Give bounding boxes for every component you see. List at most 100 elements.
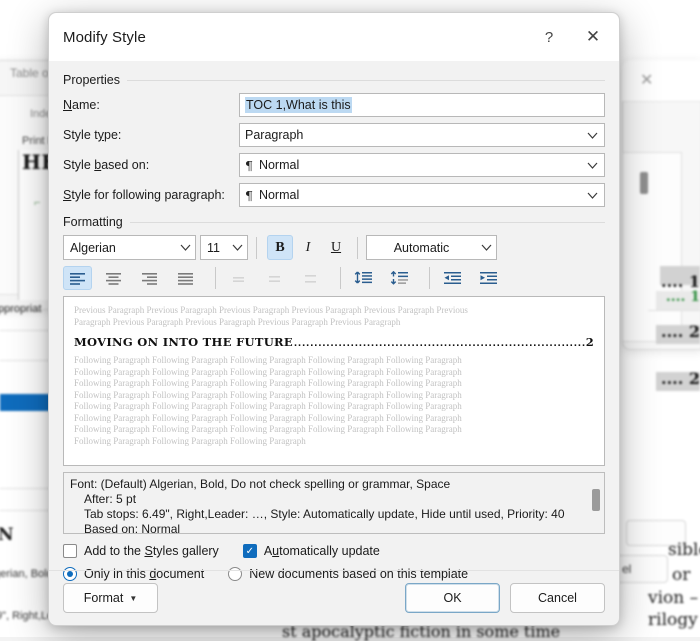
- dialog-title: Modify Style: [63, 28, 146, 46]
- style-based-on-row: Style based on: ¶ Normal: [63, 153, 605, 177]
- preview-following-line: Following Paragraph Following Paragraph …: [74, 412, 462, 423]
- background-right-listbox: [622, 152, 682, 342]
- style-preview-pane: Previous Paragraph Previous Paragraph Pr…: [63, 296, 605, 466]
- decrease-spacing-button[interactable]: [349, 266, 378, 290]
- align-right-button[interactable]: [135, 266, 164, 290]
- scrollbar-thumb: [640, 172, 648, 194]
- dialog-titlebar: Modify Style ? ✕: [49, 13, 619, 61]
- preview-following-line: Following Paragraph Following Paragraph …: [74, 435, 306, 446]
- background-cancel-fragment: el: [622, 562, 632, 576]
- chevron-down-icon[interactable]: [582, 184, 602, 206]
- pilcrow-icon: ¶: [245, 157, 253, 173]
- background-toc-entry: .... 2: [661, 369, 700, 388]
- chevron-down-icon[interactable]: [582, 124, 602, 146]
- style-type-row: Style type: Paragraph: [63, 123, 605, 147]
- automatically-update-checkbox[interactable]: ✓: [242, 544, 257, 558]
- decrease-indent-button[interactable]: [438, 266, 467, 290]
- italic-button[interactable]: I: [295, 235, 321, 260]
- help-button[interactable]: ?: [527, 18, 571, 56]
- format-button[interactable]: Format ▼: [63, 583, 158, 613]
- chevron-down-icon[interactable]: [175, 237, 195, 259]
- style-type-label: Style type:: [63, 128, 122, 142]
- style-description-box[interactable]: Font: (Default) Algerian, Bold, Do not c…: [63, 472, 605, 534]
- style-following-row: Style for following paragraph: ¶ Normal: [63, 183, 605, 207]
- pilcrow-icon: ¶: [245, 187, 253, 203]
- increase-spacing-button[interactable]: [385, 266, 414, 290]
- group-divider: [126, 79, 605, 81]
- chevron-down-icon[interactable]: [227, 237, 247, 259]
- description-line: Based on: Normal: [84, 522, 181, 534]
- toolbar-separator: [256, 236, 257, 259]
- description-line: After: 5 pt: [84, 492, 137, 506]
- add-to-gallery-checkbox[interactable]: [63, 544, 77, 558]
- background-body-text: vion – is: [648, 588, 700, 608]
- style-following-dropdown[interactable]: ¶ Normal: [239, 183, 605, 207]
- style-type-value: Paragraph: [245, 128, 304, 142]
- background-toc-entry: .... 1: [661, 272, 700, 291]
- underline-button[interactable]: U: [323, 235, 349, 260]
- options-row-checkboxes: Add to the Styles gallery ✓ Automaticall…: [63, 544, 605, 558]
- align-center-button[interactable]: [99, 266, 128, 290]
- dialog-body: Properties Name: TOC 1,What is this Styl…: [49, 61, 619, 581]
- bold-button[interactable]: B: [267, 235, 293, 260]
- background-divider: [648, 310, 700, 311]
- scrollbar-thumb[interactable]: [592, 489, 600, 511]
- close-button[interactable]: ✕: [571, 18, 615, 56]
- line-spacing-1-5-button: [260, 266, 289, 290]
- preview-following-line: Following Paragraph Following Paragraph …: [74, 424, 462, 434]
- line-spacing-double-button: [296, 266, 325, 290]
- increase-indent-button[interactable]: [474, 266, 503, 290]
- description-line: Tab stops: 6.49", Right,Leader: …, Style…: [84, 507, 565, 521]
- background-toc-title: Table o: [10, 66, 49, 80]
- style-based-on-value: Normal: [258, 158, 300, 172]
- preview-following-line: Following Paragraph Following Paragraph …: [74, 401, 462, 411]
- name-input[interactable]: TOC 1,What is this: [239, 93, 605, 117]
- style-based-on-label: Style based on:: [63, 158, 150, 172]
- style-following-label: Style for following paragraph:: [63, 188, 225, 202]
- toolbar-separator: [215, 267, 216, 289]
- preview-heading: MOVING ON INTO THE FUTURE ..............…: [74, 335, 594, 349]
- formatting-toolbar-row2: [63, 266, 605, 290]
- align-justify-button[interactable]: [171, 266, 200, 290]
- cancel-button[interactable]: Cancel: [510, 583, 605, 613]
- background-cancel-button: [612, 555, 668, 583]
- caret-down-icon: ▼: [129, 593, 138, 603]
- font-color-value: Automatic: [393, 240, 450, 255]
- close-icon: ✕: [640, 72, 654, 89]
- toolbar-separator: [340, 267, 341, 289]
- preview-previous-line: Paragraph Previous Paragraph Previous Pa…: [74, 316, 401, 327]
- name-input-value: TOC 1,What is this: [245, 97, 352, 113]
- font-name-dropdown[interactable]: Algerian: [63, 235, 196, 260]
- preview-following-line: Following Paragraph Following Paragraph …: [74, 378, 462, 388]
- dialog-footer: Format ▼ OK Cancel: [49, 571, 619, 625]
- properties-label-text: Properties: [63, 73, 120, 87]
- check-icon: ✓: [245, 545, 254, 557]
- toolbar-separator: [429, 267, 430, 289]
- toolbar-separator: [357, 236, 358, 259]
- background-toc-entry: .... 2: [661, 322, 700, 341]
- preview-following-line: Following Paragraph Following Paragraph …: [74, 389, 462, 400]
- preview-following-line: Following Paragraph Following Paragraph …: [74, 366, 462, 377]
- background-right-dialog-titlebar: [622, 60, 700, 102]
- properties-group-label: Properties: [63, 73, 605, 87]
- background-desc-fragment-2: 9", Right,Le: [0, 610, 54, 622]
- automatically-update-label: Automatically update: [263, 544, 380, 558]
- align-left-button[interactable]: [63, 266, 92, 290]
- background-desc-fragment-1: gerian, Bold: [0, 568, 53, 580]
- font-size-value: 11: [207, 240, 220, 255]
- font-name-value: Algerian: [70, 240, 116, 255]
- style-type-dropdown[interactable]: Paragraph: [239, 123, 605, 147]
- font-size-dropdown[interactable]: 11: [200, 235, 248, 260]
- add-to-gallery-label: Add to the Styles gallery: [84, 544, 219, 558]
- preview-following-line: Following Paragraph Following Paragraph …: [74, 355, 462, 365]
- chevron-down-icon[interactable]: [582, 154, 602, 176]
- background-body-text: or: [672, 565, 691, 585]
- group-divider: [129, 221, 605, 223]
- chevron-down-icon[interactable]: [476, 237, 496, 259]
- ok-button[interactable]: OK: [405, 583, 500, 613]
- formatting-group-label: Formatting: [63, 215, 605, 229]
- font-color-dropdown[interactable]: Automatic: [366, 235, 497, 260]
- background-body-text: sible: [668, 540, 700, 560]
- preview-heading-leader: ........................................…: [293, 337, 585, 349]
- style-based-on-dropdown[interactable]: ¶ Normal: [239, 153, 605, 177]
